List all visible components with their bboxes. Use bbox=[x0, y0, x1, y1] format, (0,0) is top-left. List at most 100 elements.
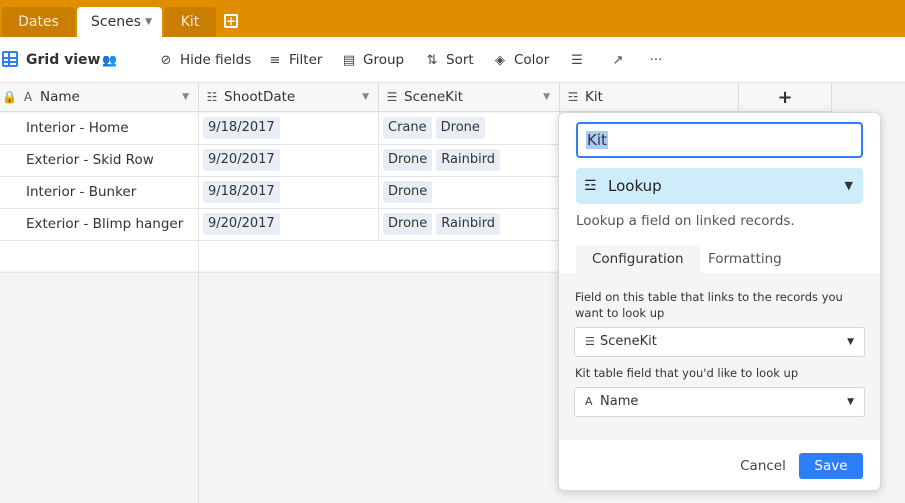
tab-configuration[interactable]: Configuration bbox=[576, 245, 700, 273]
field-type-select[interactable]: ☲ Lookup ▼ bbox=[576, 168, 863, 204]
date-chip: 9/20/2017 bbox=[203, 212, 280, 235]
column-header-label: Name bbox=[40, 89, 80, 105]
group-button[interactable]: ▤ Group bbox=[341, 37, 404, 83]
kit-cell[interactable]: Crane Drone bbox=[379, 113, 560, 144]
grid-view-icon[interactable] bbox=[2, 51, 18, 67]
kit-cell[interactable]: Drone Rainbird bbox=[379, 209, 560, 240]
chevron-down-icon[interactable]: ▼ bbox=[362, 83, 369, 112]
tab-kit[interactable]: Kit bbox=[164, 7, 216, 37]
selected-field-name: Kit bbox=[586, 131, 608, 149]
chevron-down-icon[interactable]: ▼ bbox=[543, 83, 550, 112]
date-chip: 9/18/2017 bbox=[203, 116, 280, 139]
text-icon: A bbox=[23, 90, 33, 104]
filter-button[interactable]: ≡ Filter bbox=[267, 37, 323, 83]
chevron-down-icon: ▼ bbox=[847, 337, 854, 347]
kit-cell[interactable]: Drone Rainbird bbox=[379, 145, 560, 176]
row-height-icon: ☰ bbox=[571, 53, 583, 68]
save-button[interactable]: Save bbox=[799, 453, 863, 479]
sort-button[interactable]: ⇅ Sort bbox=[424, 37, 474, 83]
lookup-icon: ☲ bbox=[567, 90, 579, 104]
hide-fields-label: Hide fields bbox=[180, 52, 252, 68]
chevron-down-icon[interactable]: ▼ bbox=[182, 83, 189, 112]
name-cell[interactable]: Exterior - Blimp hanger bbox=[0, 209, 199, 240]
collaborators-icon: 👥 bbox=[102, 53, 117, 67]
hide-fields-button[interactable]: ⊘ Hide fields bbox=[158, 37, 252, 83]
date-cell[interactable]: 9/20/2017 bbox=[199, 209, 379, 240]
group-icon: ▤ bbox=[342, 53, 356, 68]
tab-dates[interactable]: Dates bbox=[2, 7, 75, 37]
lookup-field-select[interactable]: A Name ▼ bbox=[574, 387, 865, 417]
link-field-label: Field on this table that links to the re… bbox=[575, 290, 843, 320]
kit-chip: Rainbird bbox=[436, 212, 501, 235]
date-chip: 9/18/2017 bbox=[203, 180, 280, 203]
empty-cell[interactable] bbox=[199, 241, 379, 272]
kit-chip: Drone bbox=[383, 148, 433, 171]
kit-chip: Drone bbox=[435, 116, 485, 139]
table-row[interactable]: Exterior - Skid Row 9/20/2017 Drone Rainb… bbox=[0, 145, 560, 177]
date-cell[interactable]: 9/18/2017 bbox=[199, 113, 379, 144]
more-options-button[interactable]: ··· bbox=[648, 37, 670, 83]
tab-formatting[interactable]: Formatting bbox=[692, 245, 798, 273]
text-icon: A bbox=[585, 395, 593, 408]
sort-label: Sort bbox=[446, 52, 474, 68]
name-cell[interactable]: Interior - Home bbox=[0, 113, 199, 144]
view-toolbar: Grid view 👥 ⊘ Hide fields ≡ Filter ▤ Group … bbox=[0, 37, 905, 83]
view-name[interactable]: Grid view bbox=[26, 37, 100, 83]
sort-icon: ⇅ bbox=[426, 53, 438, 68]
kit-chip: Drone bbox=[383, 212, 433, 235]
chevron-down-icon[interactable]: ▼ bbox=[145, 7, 152, 37]
row-height-button[interactable]: ☰ bbox=[569, 37, 591, 83]
tab-scenes[interactable]: Scenes ▼ bbox=[77, 7, 162, 37]
more-icon: ··· bbox=[649, 53, 663, 68]
date-cell[interactable]: 9/20/2017 bbox=[199, 145, 379, 176]
column-header-scenekit[interactable]: ☰ SceneKit ▼ bbox=[379, 83, 560, 112]
kit-chip: Crane bbox=[383, 116, 432, 139]
filter-icon: ≡ bbox=[269, 53, 281, 68]
tab-label: Dates bbox=[18, 14, 59, 30]
name-cell[interactable]: Exterior - Skid Row bbox=[0, 145, 199, 176]
column-header-label: Kit bbox=[585, 89, 603, 105]
name-cell[interactable]: Interior - Bunker bbox=[0, 177, 199, 208]
link-icon: ☰ bbox=[386, 90, 398, 104]
date-cell[interactable]: 9/18/2017 bbox=[199, 177, 379, 208]
rows-container: Interior - Home 9/18/2017 Crane Drone Ext… bbox=[0, 113, 560, 273]
field-type-description: Lookup a field on linked records. bbox=[576, 213, 795, 229]
group-label: Group bbox=[363, 52, 405, 68]
column-header-shootdate[interactable]: ☷ ShootDate ▼ bbox=[199, 83, 379, 112]
lookup-field-label: Kit table field that you'd like to look … bbox=[575, 366, 799, 380]
column-header-label: ShootDate bbox=[224, 89, 296, 105]
date-icon: ☷ bbox=[206, 90, 218, 104]
table-tab-bar: Dates Scenes ▼ Kit + bbox=[0, 0, 905, 37]
table-row[interactable]: Interior - Home 9/18/2017 Crane Drone bbox=[0, 113, 560, 145]
link-icon: ☰ bbox=[585, 335, 595, 348]
lock-icon: 🔒 bbox=[2, 90, 17, 104]
chevron-down-icon: ▼ bbox=[844, 179, 853, 192]
column-header-kit[interactable]: ☲ Kit bbox=[560, 83, 739, 112]
color-button[interactable]: ◈ Color bbox=[492, 37, 549, 83]
kit-cell[interactable]: Drone bbox=[379, 177, 560, 208]
kit-chip: Rainbird bbox=[436, 148, 501, 171]
link-field-value: SceneKit bbox=[600, 334, 657, 349]
column-header-label: SceneKit bbox=[404, 89, 464, 105]
cancel-button[interactable]: Cancel bbox=[734, 453, 792, 479]
field-config-popover: Kit ☲ Lookup ▼ Lookup a field on linked … bbox=[558, 112, 881, 491]
field-type-label: Lookup bbox=[608, 177, 662, 195]
lookup-field-value: Name bbox=[600, 394, 639, 409]
tab-label: Scenes bbox=[91, 14, 141, 30]
tab-label: Kit bbox=[180, 14, 200, 30]
table-row[interactable]: Exterior - Blimp hanger 9/20/2017 Drone R… bbox=[0, 209, 560, 241]
add-table-icon[interactable]: + bbox=[224, 14, 238, 28]
link-field-select[interactable]: ☰ SceneKit ▼ bbox=[574, 327, 865, 357]
column-header-name[interactable]: 🔒 A Name ▼ bbox=[0, 83, 199, 112]
empty-cell[interactable] bbox=[0, 241, 199, 272]
lookup-icon: ☲ bbox=[584, 178, 597, 194]
field-name-input[interactable] bbox=[576, 122, 863, 158]
add-row[interactable] bbox=[0, 241, 560, 273]
date-chip: 9/20/2017 bbox=[203, 148, 280, 171]
add-field-button[interactable]: + bbox=[739, 83, 832, 112]
table-row[interactable]: Interior - Bunker 9/18/2017 Drone bbox=[0, 177, 560, 209]
color-label: Color bbox=[514, 52, 550, 68]
share-view-button[interactable]: ↗ bbox=[610, 37, 632, 83]
external-link-icon: ↗ bbox=[612, 53, 624, 68]
eye-slash-icon: ⊘ bbox=[160, 53, 172, 68]
